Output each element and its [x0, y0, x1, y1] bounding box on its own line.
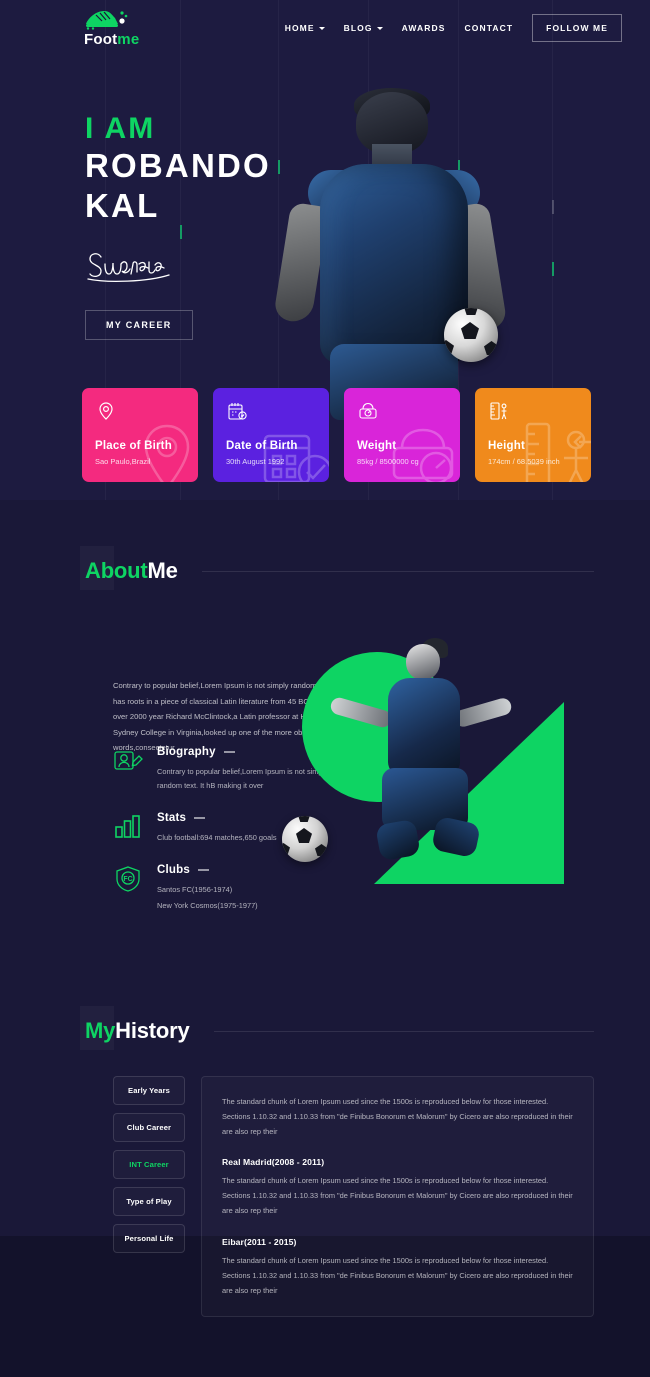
hero-copy: I AM ROBANDO KAL MY CAREER	[85, 112, 271, 341]
heading-divider	[213, 1030, 594, 1032]
feature-heading-text: Biography	[157, 746, 216, 758]
bar-chart-icon	[113, 812, 143, 842]
info-card-value: 174cm / 68.5039 inch	[488, 457, 560, 466]
football-boot-icon	[84, 8, 128, 30]
logo-word-foot: Foot	[84, 31, 118, 48]
history-tabs: Early Years Club Career INT Career Type …	[113, 1076, 185, 1317]
history-body: Early Years Club Career INT Career Type …	[113, 1076, 594, 1318]
about-section: AboutMe Contrary to popular belief,Lorem…	[0, 558, 650, 946]
info-card-title: Weight	[357, 440, 397, 452]
tab-int-career[interactable]: INT Career	[113, 1150, 185, 1179]
nav-item-awards-label: AWARDS	[401, 23, 446, 33]
info-card-weight[interactable]: Weight 85kg / 8500000 cg	[344, 388, 460, 482]
feature-text: New York Cosmos(1975-1977)	[157, 901, 258, 911]
feature-heading-text: Stats	[157, 812, 187, 824]
map-pin-icon	[95, 400, 117, 422]
logo-wordmark: Footme	[84, 31, 139, 48]
nav-links: HOME BLOG AWARDS CONTACT FOLLOW ME	[285, 14, 622, 42]
hero-player-photo	[248, 86, 548, 420]
about-title-green: About	[85, 558, 148, 583]
history-entry-heading: Real Madrid(2008 - 2011)	[222, 1157, 325, 1168]
info-card-title: Height	[488, 440, 525, 452]
about-illustration	[278, 634, 568, 889]
follow-me-button[interactable]: FOLLOW ME	[532, 14, 622, 42]
tab-club-career[interactable]: Club Career	[113, 1113, 185, 1142]
hero-name-line2: KAL	[85, 186, 160, 224]
info-card-value: 85kg / 8500000 cg	[357, 457, 419, 466]
feature-heading-text: Clubs	[157, 864, 190, 876]
info-card-title: Place of Birth	[95, 440, 172, 452]
player-info-cards: Place of Birth Sao Paulo,Brazil Date of …	[82, 388, 591, 482]
history-heading: MyHistory	[85, 1018, 622, 1044]
soccer-ball-icon	[282, 816, 328, 862]
history-entry-heading: Eibar(2011 - 2015)	[222, 1236, 297, 1247]
info-card-title: Date of Birth	[226, 440, 298, 452]
about-body: Contrary to popular belief,Lorem Ipsum i…	[28, 616, 622, 946]
page-title: MyHistory	[85, 1018, 190, 1044]
soccer-ball-icon	[444, 308, 498, 362]
tab-personal-life[interactable]: Personal Life	[113, 1224, 185, 1253]
nav-item-home-label: HOME	[284, 23, 315, 33]
heading-dash-icon	[223, 751, 235, 753]
history-entry-body: The standard chunk of Lorem Ipsum used s…	[222, 1097, 573, 1136]
tab-type-of-play[interactable]: Type of Play	[113, 1187, 185, 1216]
about-title-white: Me	[147, 558, 178, 583]
main-navigation: Footme HOME BLOG AWARDS CONTACT FOLLOW M…	[0, 0, 650, 56]
history-panel: The standard chunk of Lorem Ipsum used s…	[201, 1076, 594, 1318]
nav-item-home[interactable]: HOME	[285, 23, 325, 33]
info-card-height[interactable]: Height 174cm / 68.5039 inch	[475, 388, 591, 482]
info-card-place-of-birth[interactable]: Place of Birth Sao Paulo,Brazil	[82, 388, 198, 482]
info-card-date-of-birth[interactable]: Date of Birth 30th August 1992	[213, 388, 329, 482]
nav-item-blog-label: BLOG	[343, 23, 373, 33]
calendar-icon	[226, 400, 248, 422]
history-title-white: History	[115, 1018, 190, 1043]
heading-dash-icon	[194, 817, 206, 819]
info-card-value: 30th August 1992	[226, 457, 285, 466]
history-title-green: My	[85, 1018, 116, 1043]
nav-item-contact-label: CONTACT	[464, 23, 514, 33]
history-entry-body: The standard chunk of Lorem Ipsum used s…	[222, 1176, 573, 1216]
site-logo[interactable]: Footme	[84, 8, 139, 48]
signature-graphic	[85, 248, 177, 284]
hero-name-line1: ROBANDO	[85, 146, 271, 184]
about-heading: AboutMe	[85, 558, 622, 584]
tab-early-years[interactable]: Early Years	[113, 1076, 185, 1105]
nav-item-contact[interactable]: CONTACT	[465, 23, 514, 33]
weight-scale-watermark	[390, 418, 460, 482]
history-section: MyHistory Early Years Club Career INT Ca…	[0, 1018, 650, 1377]
nav-item-awards[interactable]: AWARDS	[402, 23, 446, 33]
page-title: AboutMe	[85, 558, 178, 584]
history-entry-body: The standard chunk of Lorem Ipsum used s…	[222, 1255, 573, 1295]
hero-section: Footme HOME BLOG AWARDS CONTACT FOLLOW M…	[0, 0, 650, 500]
heading-dash-icon	[197, 869, 209, 871]
logo-word-me: me	[117, 31, 140, 48]
info-card-value: Sao Paulo,Brazil	[95, 457, 151, 466]
nav-item-blog[interactable]: BLOG	[344, 23, 383, 33]
my-career-button[interactable]: MY CAREER	[85, 310, 193, 341]
svg-text:FC: FC	[123, 876, 132, 883]
biography-icon	[113, 746, 143, 776]
heading-divider	[201, 570, 594, 572]
ruler-icon	[488, 400, 510, 422]
chevron-down-icon	[376, 26, 383, 30]
weight-scale-icon	[357, 400, 379, 422]
chevron-down-icon	[318, 26, 325, 30]
ruler-watermark	[521, 418, 591, 482]
hero-eyebrow: I AM	[85, 112, 156, 145]
club-badge-icon: FC	[113, 864, 143, 894]
